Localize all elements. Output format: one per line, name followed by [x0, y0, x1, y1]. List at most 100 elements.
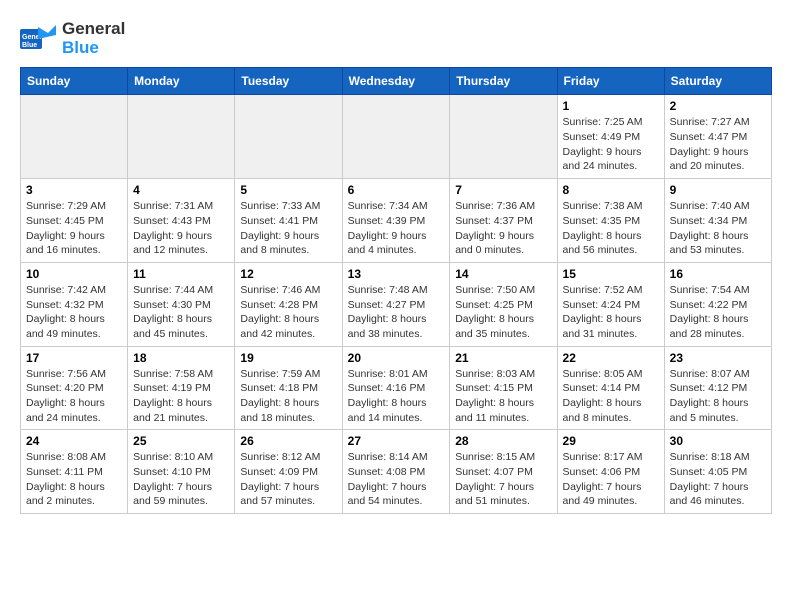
weekday-header-monday: Monday: [128, 68, 235, 95]
calendar-cell: 30 Sunrise: 8:18 AM Sunset: 4:05 PM Dayli…: [664, 430, 771, 514]
day-number: 22: [563, 351, 659, 365]
weekday-header-thursday: Thursday: [450, 68, 557, 95]
calendar-cell: 24 Sunrise: 8:08 AM Sunset: 4:11 PM Dayli…: [21, 430, 128, 514]
day-number: 27: [348, 434, 445, 448]
calendar-cell: 12 Sunrise: 7:46 AM Sunset: 4:28 PM Dayli…: [235, 262, 342, 346]
day-info: Sunrise: 8:14 AM Sunset: 4:08 PM Dayligh…: [348, 450, 445, 509]
day-number: 26: [240, 434, 336, 448]
day-info: Sunrise: 7:36 AM Sunset: 4:37 PM Dayligh…: [455, 199, 551, 258]
calendar-cell: 22 Sunrise: 8:05 AM Sunset: 4:14 PM Dayli…: [557, 346, 664, 430]
day-info: Sunrise: 8:07 AM Sunset: 4:12 PM Dayligh…: [670, 367, 766, 426]
day-number: 28: [455, 434, 551, 448]
calendar-cell: 23 Sunrise: 8:07 AM Sunset: 4:12 PM Dayli…: [664, 346, 771, 430]
day-number: 8: [563, 183, 659, 197]
day-number: 23: [670, 351, 766, 365]
calendar-cell: 8 Sunrise: 7:38 AM Sunset: 4:35 PM Daylig…: [557, 179, 664, 263]
day-number: 4: [133, 183, 229, 197]
calendar-cell: 5Sunrise: 7:33 AM Sunset: 4:41 PM Daylig…: [235, 179, 342, 263]
day-info: Sunrise: 7:44 AM Sunset: 4:30 PM Dayligh…: [133, 283, 229, 342]
day-number: 29: [563, 434, 659, 448]
day-number: 2: [670, 99, 766, 113]
calendar-cell: 9 Sunrise: 7:40 AM Sunset: 4:34 PM Daylig…: [664, 179, 771, 263]
calendar-table: SundayMondayTuesdayWednesdayThursdayFrid…: [20, 67, 772, 514]
day-number: 13: [348, 267, 445, 281]
weekday-header-friday: Friday: [557, 68, 664, 95]
calendar-cell: [235, 95, 342, 179]
calendar-cell: 14 Sunrise: 7:50 AM Sunset: 4:25 PM Dayli…: [450, 262, 557, 346]
calendar-cell: 3 Sunrise: 7:29 AM Sunset: 4:45 PM Daylig…: [21, 179, 128, 263]
calendar-cell: [450, 95, 557, 179]
day-number: 11: [133, 267, 229, 281]
day-number: 24: [26, 434, 122, 448]
header: General Blue General Blue: [20, 20, 772, 57]
day-number: 17: [26, 351, 122, 365]
day-number: 9: [670, 183, 766, 197]
day-number: 3: [26, 183, 122, 197]
calendar-cell: 21 Sunrise: 8:03 AM Sunset: 4:15 PM Dayli…: [450, 346, 557, 430]
calendar-cell: 13 Sunrise: 7:48 AM Sunset: 4:27 PM Dayli…: [342, 262, 450, 346]
calendar-cell: [342, 95, 450, 179]
weekday-header-saturday: Saturday: [664, 68, 771, 95]
calendar-cell: 28 Sunrise: 8:15 AM Sunset: 4:07 PM Dayli…: [450, 430, 557, 514]
day-number: 18: [133, 351, 229, 365]
calendar-cell: 16 Sunrise: 7:54 AM Sunset: 4:22 PM Dayli…: [664, 262, 771, 346]
day-info: Sunrise: 8:03 AM Sunset: 4:15 PM Dayligh…: [455, 367, 551, 426]
calendar-cell: 10 Sunrise: 7:42 AM Sunset: 4:32 PM Dayli…: [21, 262, 128, 346]
calendar-cell: 26 Sunrise: 8:12 AM Sunset: 4:09 PM Dayli…: [235, 430, 342, 514]
day-number: 19: [240, 351, 336, 365]
day-info: Sunrise: 7:33 AM Sunset: 4:41 PM Dayligh…: [240, 199, 336, 258]
day-info: Sunrise: 7:48 AM Sunset: 4:27 PM Dayligh…: [348, 283, 445, 342]
calendar-cell: 29 Sunrise: 8:17 AM Sunset: 4:06 PM Dayli…: [557, 430, 664, 514]
day-info: Sunrise: 8:18 AM Sunset: 4:05 PM Dayligh…: [670, 450, 766, 509]
day-number: 15: [563, 267, 659, 281]
day-info: Sunrise: 7:42 AM Sunset: 4:32 PM Dayligh…: [26, 283, 122, 342]
day-info: Sunrise: 7:59 AM Sunset: 4:18 PM Dayligh…: [240, 367, 336, 426]
day-info: Sunrise: 7:38 AM Sunset: 4:35 PM Dayligh…: [563, 199, 659, 258]
day-number: 7: [455, 183, 551, 197]
calendar-cell: 17Sunrise: 7:56 AM Sunset: 4:20 PM Dayli…: [21, 346, 128, 430]
day-number: 1: [563, 99, 659, 113]
day-info: Sunrise: 7:58 AM Sunset: 4:19 PM Dayligh…: [133, 367, 229, 426]
calendar-cell: 20Sunrise: 8:01 AM Sunset: 4:16 PM Dayli…: [342, 346, 450, 430]
day-number: 25: [133, 434, 229, 448]
day-info: Sunrise: 7:31 AM Sunset: 4:43 PM Dayligh…: [133, 199, 229, 258]
day-info: Sunrise: 7:25 AM Sunset: 4:49 PM Dayligh…: [563, 115, 659, 174]
day-number: 20: [348, 351, 445, 365]
day-number: 14: [455, 267, 551, 281]
day-number: 10: [26, 267, 122, 281]
calendar-cell: [128, 95, 235, 179]
calendar-cell: 1 Sunrise: 7:25 AM Sunset: 4:49 PM Daylig…: [557, 95, 664, 179]
weekday-header-sunday: Sunday: [21, 68, 128, 95]
day-info: Sunrise: 7:54 AM Sunset: 4:22 PM Dayligh…: [670, 283, 766, 342]
day-info: Sunrise: 7:34 AM Sunset: 4:39 PM Dayligh…: [348, 199, 445, 258]
day-info: Sunrise: 7:27 AM Sunset: 4:47 PM Dayligh…: [670, 115, 766, 174]
calendar-cell: 19 Sunrise: 7:59 AM Sunset: 4:18 PM Dayli…: [235, 346, 342, 430]
calendar-cell: 11 Sunrise: 7:44 AM Sunset: 4:30 PM Dayli…: [128, 262, 235, 346]
logo-icon: General Blue: [20, 25, 56, 53]
day-info: Sunrise: 7:46 AM Sunset: 4:28 PM Dayligh…: [240, 283, 336, 342]
day-number: 30: [670, 434, 766, 448]
day-number: 12: [240, 267, 336, 281]
day-info: Sunrise: 7:52 AM Sunset: 4:24 PM Dayligh…: [563, 283, 659, 342]
calendar-cell: 7 Sunrise: 7:36 AM Sunset: 4:37 PM Daylig…: [450, 179, 557, 263]
calendar-cell: 15 Sunrise: 7:52 AM Sunset: 4:24 PM Dayli…: [557, 262, 664, 346]
day-info: Sunrise: 8:08 AM Sunset: 4:11 PM Dayligh…: [26, 450, 122, 509]
calendar-cell: 4 Sunrise: 7:31 AM Sunset: 4:43 PM Daylig…: [128, 179, 235, 263]
calendar-cell: 25Sunrise: 8:10 AM Sunset: 4:10 PM Dayli…: [128, 430, 235, 514]
svg-text:Blue: Blue: [22, 42, 37, 49]
day-number: 21: [455, 351, 551, 365]
day-info: Sunrise: 8:15 AM Sunset: 4:07 PM Dayligh…: [455, 450, 551, 509]
day-info: Sunrise: 8:17 AM Sunset: 4:06 PM Dayligh…: [563, 450, 659, 509]
day-number: 6: [348, 183, 445, 197]
day-number: 16: [670, 267, 766, 281]
calendar-cell: [21, 95, 128, 179]
day-info: Sunrise: 8:05 AM Sunset: 4:14 PM Dayligh…: [563, 367, 659, 426]
calendar-cell: 6 Sunrise: 7:34 AM Sunset: 4:39 PM Daylig…: [342, 179, 450, 263]
calendar-cell: 27 Sunrise: 8:14 AM Sunset: 4:08 PM Dayli…: [342, 430, 450, 514]
day-info: Sunrise: 7:29 AM Sunset: 4:45 PM Dayligh…: [26, 199, 122, 258]
day-info: Sunrise: 7:40 AM Sunset: 4:34 PM Dayligh…: [670, 199, 766, 258]
weekday-header-tuesday: Tuesday: [235, 68, 342, 95]
calendar-cell: 18 Sunrise: 7:58 AM Sunset: 4:19 PM Dayli…: [128, 346, 235, 430]
day-info: Sunrise: 7:50 AM Sunset: 4:25 PM Dayligh…: [455, 283, 551, 342]
day-info: Sunrise: 8:12 AM Sunset: 4:09 PM Dayligh…: [240, 450, 336, 509]
